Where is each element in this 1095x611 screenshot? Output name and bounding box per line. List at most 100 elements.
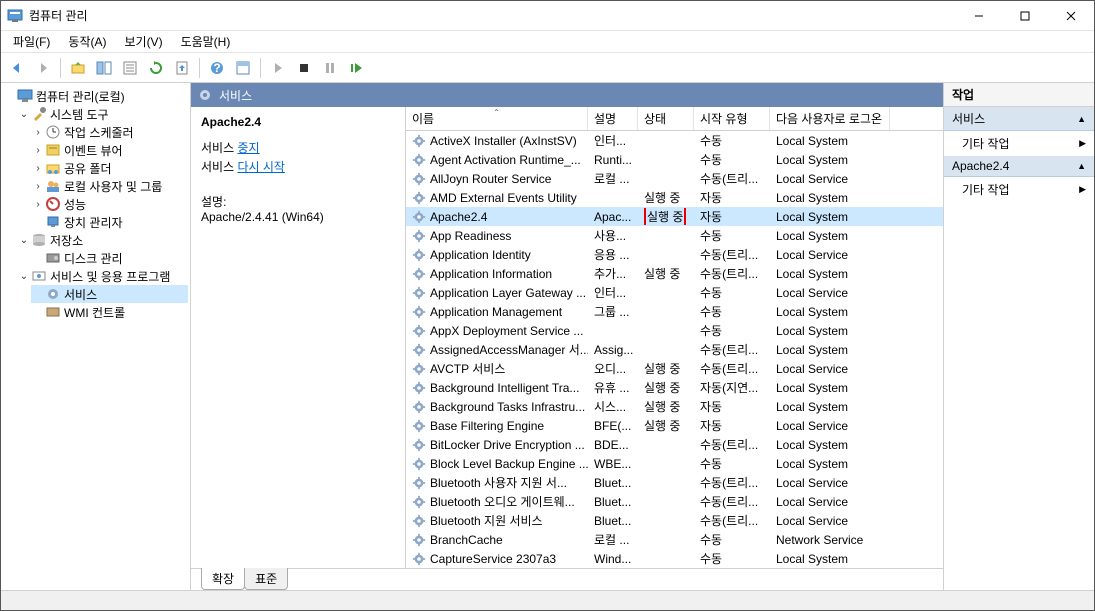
view-button[interactable] — [231, 56, 255, 80]
list-item[interactable]: Application Identity응용 ...수동(트리...Local … — [406, 245, 943, 264]
restart-service-link[interactable]: 다시 시작 — [237, 160, 285, 174]
tree-event-viewer[interactable]: ›이벤트 뷰어 — [31, 141, 188, 159]
column-description[interactable]: 설명 — [588, 107, 638, 130]
restart-service-button[interactable] — [344, 56, 368, 80]
folder-share-icon — [45, 160, 61, 176]
tree-task-scheduler[interactable]: ›작업 스케줄러 — [31, 123, 188, 141]
column-logon-as[interactable]: 다음 사용자로 로그온 — [770, 107, 890, 130]
actions-more-selected[interactable]: 기타 작업▶ — [944, 177, 1094, 202]
list-item[interactable]: Base Filtering EngineBFE(...실행 중자동Local … — [406, 416, 943, 435]
tree-storage[interactable]: ⌄저장소 — [17, 231, 188, 249]
show-hide-tree-button[interactable] — [92, 56, 116, 80]
selected-service-name: Apache2.4 — [201, 115, 395, 129]
forward-button[interactable] — [31, 56, 55, 80]
actions-section-selected[interactable]: Apache2.4▲ — [944, 156, 1094, 177]
expand-icon[interactable]: › — [31, 163, 45, 174]
window-title: 컴퓨터 관리 — [29, 7, 956, 24]
collapse-icon[interactable]: ⌄ — [17, 109, 31, 120]
description-label: 설명: — [201, 193, 395, 210]
maximize-button[interactable] — [1002, 1, 1048, 31]
caret-up-icon: ▲ — [1077, 161, 1086, 171]
list-item[interactable]: BitLocker Drive Encryption ...BDE...수동(트… — [406, 435, 943, 454]
tab-extended[interactable]: 확장 — [201, 568, 245, 590]
column-startup-type[interactable]: 시작 유형 — [694, 107, 770, 130]
performance-icon — [45, 196, 61, 212]
svg-text:?: ? — [213, 61, 220, 75]
list-item[interactable]: CaptureService 2307a3Wind...수동Local Syst… — [406, 549, 943, 568]
list-item[interactable]: Application Layer Gateway ...인터...수동Loca… — [406, 283, 943, 302]
list-item[interactable]: Agent Activation Runtime_...Runti...수동Lo… — [406, 150, 943, 169]
view-tabs: 확장 표준 — [191, 568, 943, 590]
tab-standard[interactable]: 표준 — [244, 568, 288, 590]
export-list-button[interactable] — [170, 56, 194, 80]
tools-icon — [31, 106, 47, 122]
tree-wmi-control[interactable]: WMI 컨트롤 — [31, 303, 188, 321]
menu-file[interactable]: 파일(F) — [5, 31, 58, 52]
tree-root[interactable]: 컴퓨터 관리(로컬) — [3, 87, 188, 105]
back-button[interactable] — [5, 56, 29, 80]
properties-button[interactable] — [118, 56, 142, 80]
pause-service-button[interactable] — [318, 56, 342, 80]
close-button[interactable] — [1048, 1, 1094, 31]
tree-shared-folders[interactable]: ›공유 폴더 — [31, 159, 188, 177]
stop-service-link[interactable]: 중지 — [237, 141, 259, 155]
list-item[interactable]: BranchCache로컬 ...수동Network Service — [406, 530, 943, 549]
event-icon — [45, 142, 61, 158]
list-item[interactable]: Background Tasks Infrastru...시스...실행 중자동… — [406, 397, 943, 416]
services-list: 이름⌃ 설명 상태 시작 유형 다음 사용자로 로그온 ActiveX Inst… — [406, 107, 943, 568]
stop-service-button[interactable] — [292, 56, 316, 80]
list-item[interactable]: Bluetooth 사용자 지원 서...Bluet...수동(트리...Loc… — [406, 473, 943, 492]
tree-performance[interactable]: ›성능 — [31, 195, 188, 213]
caret-right-icon: ▶ — [1079, 184, 1086, 195]
tree-system-tools[interactable]: ⌄ 시스템 도구 — [17, 105, 188, 123]
collapse-icon[interactable]: ⌄ — [17, 271, 31, 282]
tree-local-users-groups[interactable]: ›로컬 사용자 및 그룹 — [31, 177, 188, 195]
actions-panel: 작업 서비스▲ 기타 작업▶ Apache2.4▲ 기타 작업▶ — [944, 83, 1094, 590]
toolbar: ? — [1, 53, 1094, 83]
center-panel: 서비스 Apache2.4 서비스 중지 서비스 다시 시작 설명: Apach… — [191, 83, 944, 590]
list-item[interactable]: AppX Deployment Service ...수동Local Syste… — [406, 321, 943, 340]
list-item[interactable]: Application Management그룹 ...수동Local Syst… — [406, 302, 943, 321]
list-item[interactable]: ActiveX Installer (AxInstSV)인터...수동Local… — [406, 131, 943, 150]
menu-view[interactable]: 보기(V) — [116, 31, 170, 52]
list-item[interactable]: AssignedAccessManager 서...Assig...수동(트리.… — [406, 340, 943, 359]
collapse-icon[interactable]: ⌄ — [17, 235, 31, 246]
actions-section-services[interactable]: 서비스▲ — [944, 107, 1094, 131]
menu-action[interactable]: 동작(A) — [60, 31, 114, 52]
menubar: 파일(F) 동작(A) 보기(V) 도움말(H) — [1, 31, 1094, 53]
tree-disk-management[interactable]: 디스크 관리 — [31, 249, 188, 267]
list-item[interactable]: Apache2.4Apac...실행 중자동Local System — [406, 207, 943, 226]
caret-up-icon: ▲ — [1077, 114, 1086, 124]
minimize-button[interactable] — [956, 1, 1002, 31]
refresh-button[interactable] — [144, 56, 168, 80]
tree-device-manager[interactable]: 장치 관리자 — [31, 213, 188, 231]
gear-icon — [45, 286, 61, 302]
expand-icon[interactable]: › — [31, 199, 45, 210]
list-body[interactable]: ActiveX Installer (AxInstSV)인터...수동Local… — [406, 131, 943, 568]
list-item[interactable]: AllJoyn Router Service로컬 ...수동(트리...Loca… — [406, 169, 943, 188]
device-icon — [45, 214, 61, 230]
list-item[interactable]: Background Intelligent Tra...유휴 ...실행 중자… — [406, 378, 943, 397]
list-item[interactable]: Bluetooth 지원 서비스Bluet...수동(트리...Local Se… — [406, 511, 943, 530]
menu-help[interactable]: 도움말(H) — [173, 31, 239, 52]
column-status[interactable]: 상태 — [638, 107, 694, 130]
list-item[interactable]: Block Level Backup Engine ...WBE...수동Loc… — [406, 454, 943, 473]
list-item[interactable]: AVCTP 서비스오디...실행 중수동(트리...Local Service — [406, 359, 943, 378]
disk-icon — [45, 250, 61, 266]
help-button[interactable]: ? — [205, 56, 229, 80]
services-apps-icon — [31, 268, 47, 284]
list-item[interactable]: AMD External Events Utility실행 중자동Local S… — [406, 188, 943, 207]
list-item[interactable]: App Readiness사용...수동Local System — [406, 226, 943, 245]
actions-more-services[interactable]: 기타 작업▶ — [944, 131, 1094, 156]
expand-icon[interactable]: › — [31, 145, 45, 156]
start-service-button[interactable] — [266, 56, 290, 80]
expand-icon[interactable]: › — [31, 181, 45, 192]
tree-services-apps[interactable]: ⌄서비스 및 응용 프로그램 — [17, 267, 188, 285]
expand-icon[interactable]: › — [31, 127, 45, 138]
up-button[interactable] — [66, 56, 90, 80]
column-name[interactable]: 이름⌃ — [406, 107, 588, 130]
detail-pane: Apache2.4 서비스 중지 서비스 다시 시작 설명: Apache/2.… — [191, 107, 406, 568]
list-item[interactable]: Bluetooth 오디오 게이트웨...Bluet...수동(트리...Loc… — [406, 492, 943, 511]
list-item[interactable]: Application Information추가...실행 중수동(트리...… — [406, 264, 943, 283]
tree-services[interactable]: 서비스 — [31, 285, 188, 303]
